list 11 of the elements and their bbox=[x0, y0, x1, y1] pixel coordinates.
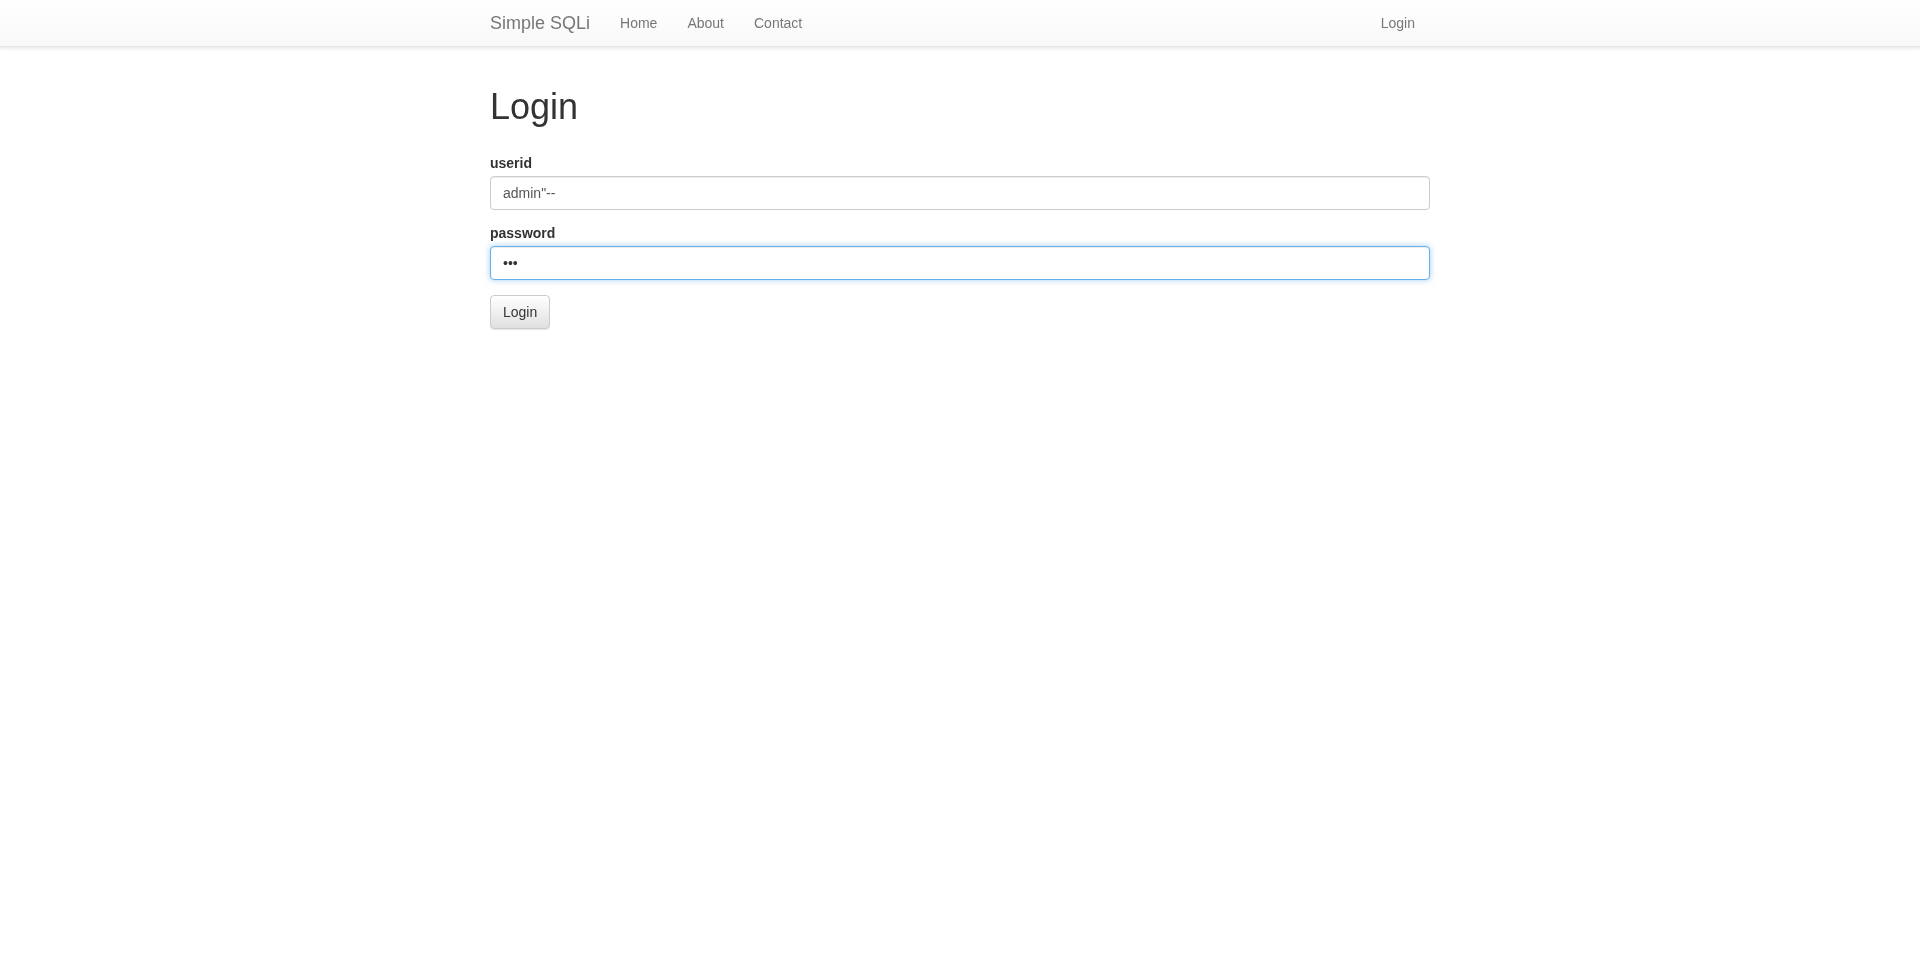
field-label: userid bbox=[490, 154, 533, 171]
input-field[interactable]: ••• bbox=[490, 245, 1430, 280]
login-button[interactable]: Login bbox=[490, 294, 551, 329]
nav-link[interactable]: Contact bbox=[739, 15, 818, 31]
input-field[interactable]: admin"-- bbox=[490, 175, 1430, 210]
nav-link[interactable]: Home bbox=[605, 15, 673, 31]
nav-link[interactable]: About bbox=[672, 15, 739, 31]
brand-link[interactable]: Simple SQLi bbox=[490, 12, 591, 34]
page-heading: Login bbox=[490, 87, 580, 127]
field-label: password bbox=[490, 224, 557, 241]
nav-link[interactable]: Login bbox=[1365, 15, 1430, 31]
